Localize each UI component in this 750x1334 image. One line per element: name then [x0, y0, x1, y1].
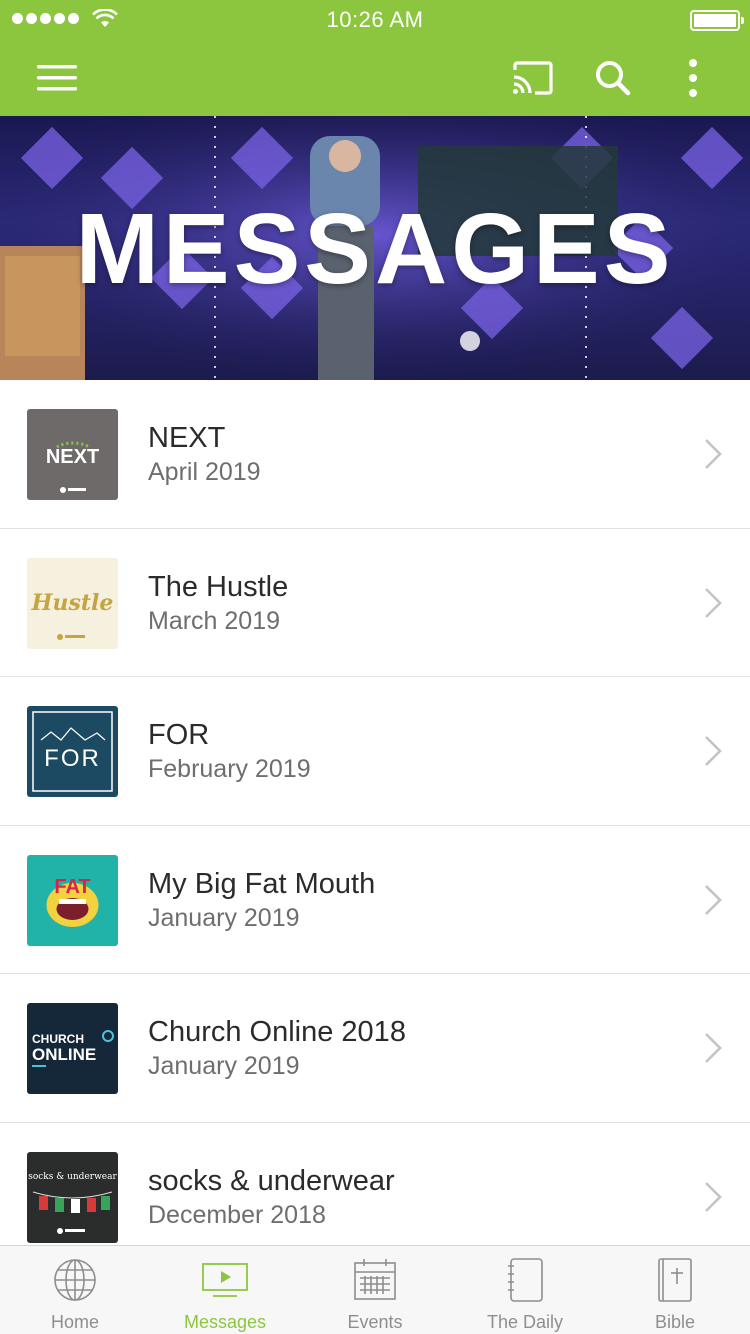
chevron-right-icon — [705, 736, 722, 766]
message-date: January 2019 — [148, 903, 300, 932]
hamburger-menu-icon — [37, 65, 77, 91]
list-item[interactable]: FOR FOR February 2019 — [0, 677, 750, 826]
tab-label: Bible — [654, 1312, 696, 1332]
series-thumbnail: FOR — [27, 706, 118, 797]
cast-button[interactable] — [503, 40, 563, 116]
menu-button[interactable] — [27, 40, 87, 116]
bottom-tab-bar: Home Messages Events The Daily Bible — [0, 1245, 750, 1334]
tab-messages[interactable]: Messages — [150, 1246, 300, 1334]
globe-icon — [54, 1259, 96, 1301]
cast-icon — [513, 61, 553, 95]
top-bar: 10:26 AM — [0, 0, 750, 116]
status-bar: 10:26 AM — [0, 0, 750, 40]
tab-bible[interactable]: Bible — [600, 1246, 750, 1334]
thumbnail-text: CHURCH — [32, 1032, 84, 1046]
hero-banner: MESSAGES — [0, 116, 750, 380]
tab-label: The Daily — [486, 1312, 564, 1332]
chevron-right-icon — [705, 884, 722, 915]
play-video-icon — [202, 1263, 248, 1297]
hero-title: MESSAGES — [75, 193, 675, 305]
tab-the-daily[interactable]: The Daily — [450, 1246, 600, 1334]
more-options-button[interactable] — [663, 40, 723, 116]
thumbnail-text: socks & underwear — [28, 1172, 117, 1182]
tab-label: Messages — [183, 1312, 267, 1332]
series-thumbnail: FAT — [27, 854, 118, 946]
chevron-right-icon — [705, 587, 722, 618]
message-title: socks & underwear — [148, 1164, 395, 1197]
message-date: December 2018 — [148, 1200, 326, 1229]
list-item[interactable]: FAT My Big Fat Mouth January 2019 — [0, 825, 750, 974]
search-button[interactable] — [583, 40, 643, 116]
status-time: 10:26 AM — [326, 7, 424, 32]
calendar-icon — [354, 1259, 396, 1300]
tab-home[interactable]: Home — [0, 1246, 150, 1334]
series-thumbnail: CHURCH ONLINE — [27, 1003, 118, 1094]
thumbnail-text: NEXT — [46, 446, 99, 468]
list-item[interactable]: Hustle The Hustle March 2019 — [0, 528, 750, 677]
tab-label: Events — [347, 1312, 403, 1332]
message-date: March 2019 — [148, 606, 281, 635]
battery-icon — [690, 10, 744, 31]
message-title: The Hustle — [148, 570, 289, 603]
thumbnail-text: FAT — [54, 876, 90, 898]
list-item[interactable]: CHURCH ONLINE Church Online 2018 January… — [0, 974, 750, 1123]
series-thumbnail: Hustle — [27, 557, 118, 649]
message-title: My Big Fat Mouth — [148, 867, 376, 900]
message-title: FOR — [148, 719, 210, 751]
search-icon — [596, 61, 631, 96]
list-item[interactable]: NEXT NEXT April 2019 — [0, 380, 750, 529]
message-date: April 2019 — [148, 458, 261, 486]
thumbnail-text: ONLINE — [32, 1045, 96, 1064]
bible-icon — [658, 1258, 692, 1302]
notebook-icon — [508, 1258, 543, 1302]
message-title: NEXT — [148, 422, 226, 454]
tab-events[interactable]: Events — [300, 1246, 450, 1334]
app-bar — [0, 40, 750, 116]
chevron-right-icon — [705, 439, 722, 469]
chevron-right-icon — [705, 1033, 722, 1063]
series-thumbnail: socks & underwear — [27, 1151, 118, 1243]
thumbnail-text: Hustle — [31, 590, 114, 616]
message-date: February 2019 — [148, 755, 311, 783]
message-date: January 2019 — [148, 1052, 300, 1080]
message-title: Church Online 2018 — [148, 1016, 406, 1048]
tab-label: Home — [50, 1312, 99, 1332]
chevron-right-icon — [705, 1181, 722, 1212]
series-thumbnail: NEXT — [27, 409, 118, 500]
more-vertical-icon — [689, 59, 697, 97]
thumbnail-text: FOR — [44, 745, 101, 772]
messages-list: NEXT NEXT April 2019 Hustle The Hustle M… — [0, 380, 750, 1271]
